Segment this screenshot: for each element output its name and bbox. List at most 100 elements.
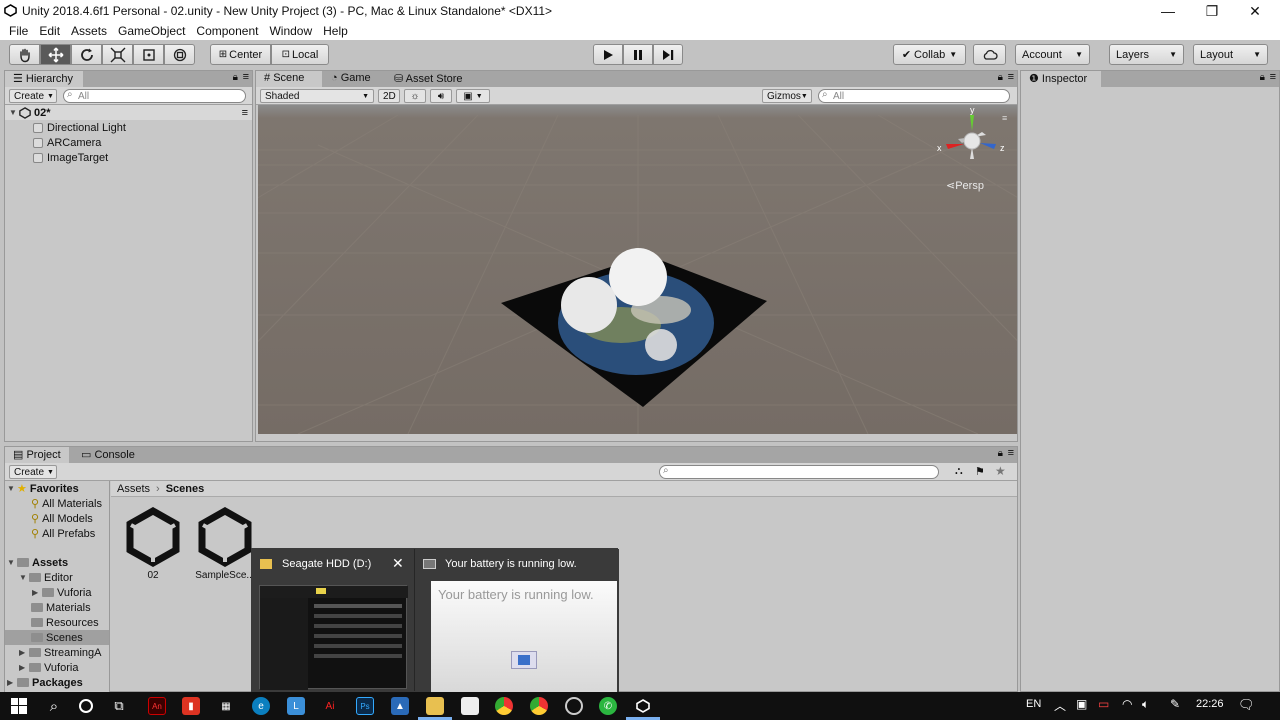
search-icon[interactable]: ⌕ [45,697,63,715]
panel-menu-icon[interactable]: ≡ [1008,71,1014,83]
effects-dropdown[interactable]: ▣ ▼ [456,89,490,103]
collapse-triangle-icon[interactable]: ▶ [7,678,17,687]
hand-tool-button[interactable] [9,44,40,65]
chrome-icon[interactable] [495,697,513,715]
thumbnail-explorer[interactable]: Seagate HDD (D:) ✕ [252,549,414,693]
pause-button[interactable] [623,44,653,65]
panel-menu-icon[interactable]: ≡ [1008,447,1014,459]
assets-root-row[interactable]: ▼ Assets [5,555,109,570]
scene-viewport[interactable]: y x z ≡ ⋖Persp [258,105,1017,434]
layers-dropdown[interactable]: Layers ▼ [1109,44,1184,65]
asset-item-02[interactable]: 02 [123,506,183,583]
rotate-tool-button[interactable] [71,44,102,65]
packages-row[interactable]: ▶ Packages [5,675,109,690]
projection-label[interactable]: ⋖Persp [946,179,984,192]
collapse-triangle-icon[interactable]: ▶ [19,663,29,672]
tree-item-vuforia[interactable]: ▶ Vuforia [5,660,109,675]
favorite-all-materials[interactable]: ⚲ All Materials [5,496,109,511]
favorite-all-prefabs[interactable]: ⚲ All Prefabs [5,526,109,541]
step-button[interactable] [653,44,683,65]
breadcrumb-scenes[interactable]: Scenes [166,483,205,495]
layout-dropdown[interactable]: Layout ▼ [1193,44,1268,65]
2d-toggle[interactable]: 2D [378,89,400,103]
cortana-icon[interactable] [77,697,95,715]
wifi-icon[interactable]: ◠ [1122,697,1132,711]
close-button[interactable]: ✕ [1232,0,1278,22]
minimize-button[interactable]: — [1145,0,1191,22]
project-search-input[interactable] [659,465,939,479]
tab-hierarchy[interactable]: ☰ Hierarchy [5,71,83,87]
pivot-center-toggle[interactable]: ⊞ Center [210,44,271,65]
tab-scene[interactable]: # Scene [256,71,322,87]
restore-button[interactable]: ❐ [1189,0,1235,22]
collab-dropdown[interactable]: ✔ Collab ▼ [893,44,966,65]
menu-gameobject[interactable]: GameObject [118,24,185,38]
tray-chevron-up-icon[interactable]: ︿ [1054,697,1066,714]
audio-toggle[interactable]: 🔊︎ [430,89,452,103]
pen-icon[interactable]: ✎ [1170,697,1180,711]
filter-type-icon[interactable]: ⛬ [955,465,963,478]
favorite-star-icon[interactable]: ★ [995,464,1006,478]
lock-icon[interactable]: 🔒︎ [1260,72,1265,83]
expand-triangle-icon[interactable]: ▼ [7,484,17,493]
scene-root-row[interactable]: ▼ 02* ≡ [5,105,252,120]
cloud-button[interactable] [973,44,1006,65]
meet-now-icon[interactable]: ▣ [1076,697,1087,711]
hierarchy-item-directional-light[interactable]: Directional Light [5,120,252,135]
notifications-icon[interactable]: 🗨︎ [1238,697,1255,713]
windows-start-icon[interactable] [10,697,28,715]
expand-triangle-icon[interactable]: ▼ [19,573,29,582]
tasks-icon[interactable]: L [287,697,305,715]
panel-menu-icon[interactable]: ≡ [1270,71,1276,83]
shading-mode-dropdown[interactable]: Shaded ▼ [260,89,374,103]
move-tool-button[interactable] [40,44,71,65]
breadcrumb-assets[interactable]: Assets [117,483,150,495]
favorites-row[interactable]: ▼ ★ Favorites [5,481,109,496]
tree-item-editor-vuforia[interactable]: ▶ Vuforia [5,585,109,600]
office-icon[interactable]: ▮ [182,697,200,715]
tab-asset-store[interactable]: ⛁ Asset Store [386,71,476,87]
tab-console[interactable]: ▭ Console [73,447,143,463]
favorite-all-models[interactable]: ⚲ All Models [5,511,109,526]
volume-icon[interactable]: 🔈︎ [1142,697,1149,712]
menu-window[interactable]: Window [269,24,312,38]
file-explorer-icon[interactable] [426,697,444,715]
store-icon[interactable]: ▦ [217,697,235,715]
clock[interactable]: 22:26 [1196,698,1224,710]
image-target-plane[interactable] [501,245,771,415]
transform-tool-button[interactable] [164,44,195,65]
play-button[interactable] [593,44,623,65]
project-create-button[interactable]: Create ▼ [9,465,57,479]
collapse-triangle-icon[interactable]: ▶ [32,588,42,597]
scale-tool-button[interactable] [102,44,133,65]
orientation-gizmo[interactable]: y x z ≡ [936,105,1008,177]
language-indicator[interactable]: EN [1026,698,1041,710]
hierarchy-item-arcamera[interactable]: ARCamera [5,135,252,150]
lighting-toggle[interactable]: ☼ [404,89,426,103]
tab-inspector[interactable]: ❶ Inspector [1021,71,1101,87]
close-icon[interactable]: ✕ [392,555,404,572]
filter-label-icon[interactable]: ⚑ [975,465,985,478]
expand-triangle-icon[interactable]: ▼ [9,108,19,117]
tree-item-streamingassets[interactable]: ▶ StreamingA [5,645,109,660]
menu-help[interactable]: Help [323,24,348,38]
task-view-icon[interactable]: ⧉ [110,697,128,715]
panel-menu-icon[interactable]: ≡ [243,71,249,83]
tree-item-materials[interactable]: Materials [5,600,109,615]
whatsapp-icon[interactable]: ✆ [599,697,617,715]
scene-search-input[interactable]: All [818,89,1010,103]
edge-icon[interactable]: e [252,697,270,715]
acrobat-icon[interactable]: Ai [321,697,339,715]
menu-file[interactable]: File [9,24,28,38]
document-icon[interactable] [461,697,479,715]
pivot-local-toggle[interactable]: ⊡ Local [271,44,329,65]
hierarchy-create-button[interactable]: Create ▼ [9,89,57,103]
lock-icon[interactable]: 🔒︎ [998,72,1003,83]
collapse-triangle-icon[interactable]: ▶ [19,648,29,657]
tab-project[interactable]: ▤ Project [5,447,69,463]
chrome-profile-icon[interactable] [530,697,548,715]
expand-triangle-icon[interactable]: ▼ [7,558,17,567]
photos-icon[interactable]: ▲ [391,697,409,715]
unity-taskbar-icon[interactable] [634,697,652,715]
thumbnail-battery-warning[interactable]: Your battery is running low. Your batter… [415,549,619,693]
